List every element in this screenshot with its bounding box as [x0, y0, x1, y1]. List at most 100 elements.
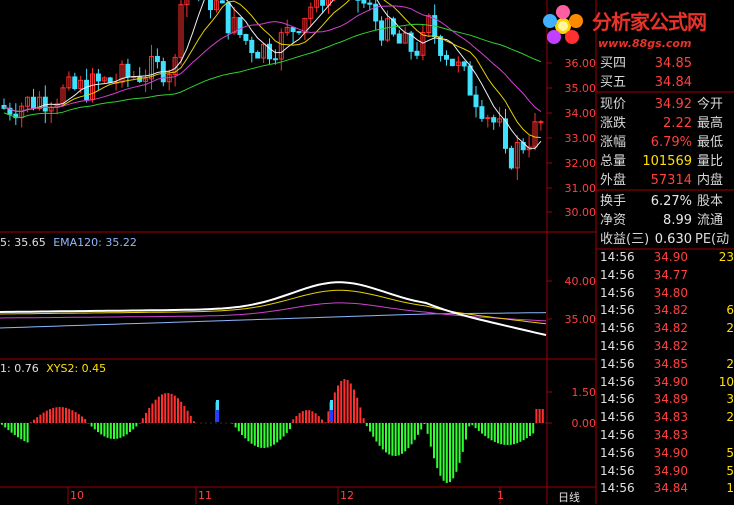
- ratio-label: 量比: [697, 153, 723, 171]
- candle-body: [96, 74, 100, 81]
- tick-price: 34.85: [628, 357, 688, 371]
- tick-price: 34.89: [628, 392, 688, 406]
- axis-main-30: 30.00: [552, 206, 596, 219]
- signal-marker: [216, 400, 219, 410]
- x-label-dec: 12: [340, 489, 354, 502]
- axis-bottom-0: 0.00: [552, 417, 596, 430]
- candle-body: [439, 37, 443, 56]
- axis-mid-40: 40.00: [552, 275, 596, 288]
- pct-label: 涨幅: [600, 134, 626, 152]
- tick-vol: 5: [694, 464, 734, 478]
- x-label-oct: 10: [70, 489, 84, 502]
- ma-value-label: 5: 35.65 EMA120: 35.22: [0, 236, 137, 249]
- watermark-title: 分析家公式网: [592, 6, 706, 35]
- volume-label: 总量: [600, 153, 626, 171]
- xys1-label: 1: 0.76: [0, 362, 39, 375]
- tick-price: 34.82: [628, 321, 688, 335]
- candle-body: [268, 44, 272, 58]
- change-label: 涨跌: [600, 115, 626, 133]
- pe-label: PE(动: [695, 231, 729, 249]
- xys2-label: XYS2: 0.45: [46, 362, 106, 375]
- tick-price: 34.90: [628, 464, 688, 478]
- candle-body: [256, 52, 260, 58]
- price-value: 34.92: [628, 96, 692, 114]
- candle-body: [492, 118, 496, 122]
- candlestick-series: [2, 0, 543, 180]
- axis-main-35: 35.00: [552, 82, 596, 95]
- buy4-value: 34.85: [628, 55, 692, 73]
- ema120-label: EMA120: 35.22: [53, 236, 137, 249]
- turnover-label: 换手: [600, 193, 626, 211]
- volume-value: 101569: [628, 153, 692, 171]
- candle-body: [244, 35, 248, 41]
- equity-label: 股本: [697, 193, 723, 211]
- candle-body: [291, 28, 295, 32]
- open-label: 今开: [697, 96, 723, 114]
- buy5-value: 34.84: [628, 74, 692, 92]
- tick-vol: 2: [694, 357, 734, 371]
- watermark-url: www.88gs.com: [598, 37, 691, 50]
- nav-label: 净资: [600, 212, 626, 230]
- signal-marker: [330, 400, 333, 410]
- tick-price: 34.90: [628, 375, 688, 389]
- ema-lines: [0, 282, 546, 335]
- candle-body: [273, 59, 277, 60]
- inner-label: 内盘: [697, 172, 723, 190]
- buy5-label: 买五: [600, 74, 626, 92]
- buy4-label: 买四: [600, 55, 626, 73]
- change-value: 2.22: [628, 115, 692, 133]
- candle-body: [397, 34, 401, 43]
- tick-vol: 10: [694, 375, 734, 389]
- tick-price: 34.83: [628, 410, 688, 424]
- candle-body: [32, 97, 36, 108]
- tick-vol: 3: [694, 392, 734, 406]
- period-label[interactable]: 日线: [558, 489, 580, 505]
- xys-histogram: [2, 379, 543, 483]
- candle-body: [380, 21, 384, 40]
- candle-body: [474, 95, 478, 107]
- price-label: 现价: [600, 96, 626, 114]
- candle-body: [362, 0, 366, 3]
- xys-value-label: 1: 0.76 XYS2: 0.45: [0, 362, 106, 375]
- candle-body: [321, 0, 325, 5]
- tick-price: 34.82: [628, 339, 688, 353]
- candle-body: [220, 1, 224, 3]
- candle-body: [450, 59, 454, 65]
- ma10-line: [4, 0, 541, 138]
- float-label: 流通: [697, 212, 723, 230]
- candle-body: [73, 77, 77, 89]
- candle-body: [85, 80, 89, 99]
- eps-value: 0.630: [628, 231, 692, 249]
- axis-main-36: 36.00: [552, 57, 596, 70]
- tick-vol: 1: [694, 481, 734, 495]
- axis-mid-35: 35.00: [552, 313, 596, 326]
- tick-vol: 2: [694, 410, 734, 424]
- candle-body: [480, 107, 484, 119]
- tick-price: 34.83: [628, 428, 688, 442]
- candle-body: [509, 148, 513, 168]
- tick-vol: 23: [694, 250, 734, 264]
- candle-body: [250, 40, 254, 52]
- high-label: 最高: [697, 115, 723, 133]
- tick-vol: 5: [694, 446, 734, 460]
- x-label-jan: 1: [497, 489, 504, 502]
- candle-body: [462, 62, 466, 66]
- tick-price: 34.77: [628, 268, 688, 282]
- axis-main-33: 33.00: [552, 132, 596, 145]
- candle-body: [155, 56, 159, 61]
- candle-body: [108, 78, 112, 83]
- axis-main-32: 32.00: [552, 157, 596, 170]
- axis-bottom-150: 1.50: [552, 386, 596, 399]
- outer-value: 57314: [628, 172, 692, 190]
- candle-body: [539, 122, 543, 123]
- ma-prefix: 5: 35.65: [0, 236, 46, 249]
- candle-body: [445, 55, 449, 59]
- candle-body: [468, 66, 472, 95]
- x-label-nov: 11: [198, 489, 212, 502]
- candle-body: [226, 3, 230, 33]
- tick-vol: 6: [694, 303, 734, 317]
- tick-price: 34.90: [628, 250, 688, 264]
- candle-body: [415, 51, 419, 55]
- ema-fast-line: [0, 282, 546, 335]
- pct-value: 6.79%: [628, 134, 692, 152]
